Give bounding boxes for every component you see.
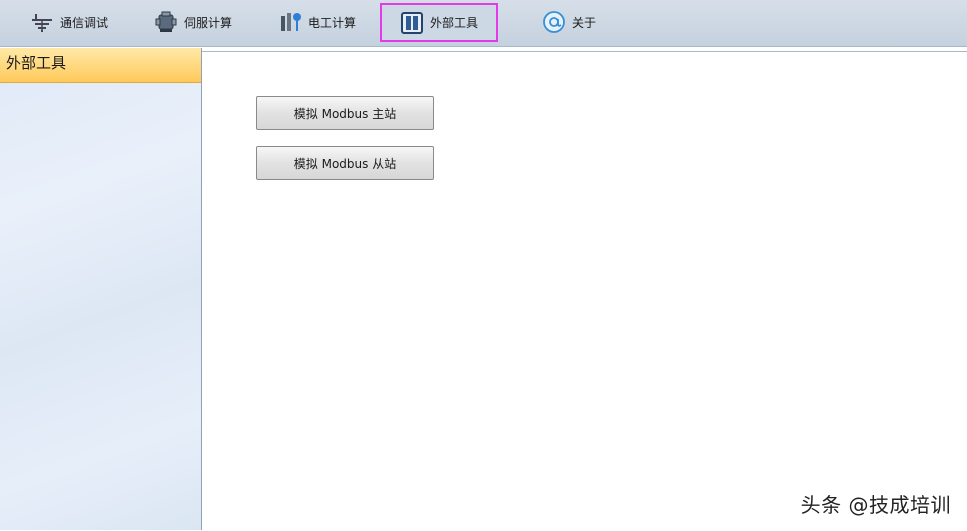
columns-icon — [400, 11, 424, 35]
toolbar-item-label: 伺服计算 — [184, 15, 233, 30]
at-sign-icon — [542, 10, 566, 34]
toolbar-external-tools-button[interactable]: 外部工具 — [380, 3, 499, 42]
toolbar-item-label: 通信调试 — [60, 15, 109, 30]
sidebar: 外部工具 — [0, 48, 202, 530]
toolbar-about-button[interactable]: 关于 — [536, 6, 602, 38]
electrician-tools-icon — [278, 10, 302, 34]
toolbar-electrician-calc-button[interactable]: 电工计算 — [272, 6, 362, 38]
toolbar-item-label: 电工计算 — [308, 15, 357, 30]
toolbar-item-label: 外部工具 — [430, 16, 479, 30]
toolbar: 通信调试 伺服计算 电工计算 外部工具 关于 — [0, 0, 967, 47]
antenna-icon — [30, 10, 54, 34]
simulate-modbus-slave-button[interactable]: 模拟 Modbus 从站 — [256, 146, 434, 180]
main-panel: 模拟 Modbus 主站 模拟 Modbus 从站 — [202, 51, 967, 531]
simulate-modbus-master-button[interactable]: 模拟 Modbus 主站 — [256, 96, 434, 130]
sidebar-header-external-tools[interactable]: 外部工具 — [0, 48, 201, 83]
toolbar-servo-calc-button[interactable]: 伺服计算 — [148, 6, 238, 38]
toolbar-item-label: 关于 — [572, 15, 597, 30]
servo-motor-icon — [154, 10, 178, 34]
watermark: 头条 @技成培训 — [800, 493, 951, 517]
toolbar-comm-debug-button[interactable]: 通信调试 — [24, 6, 114, 38]
